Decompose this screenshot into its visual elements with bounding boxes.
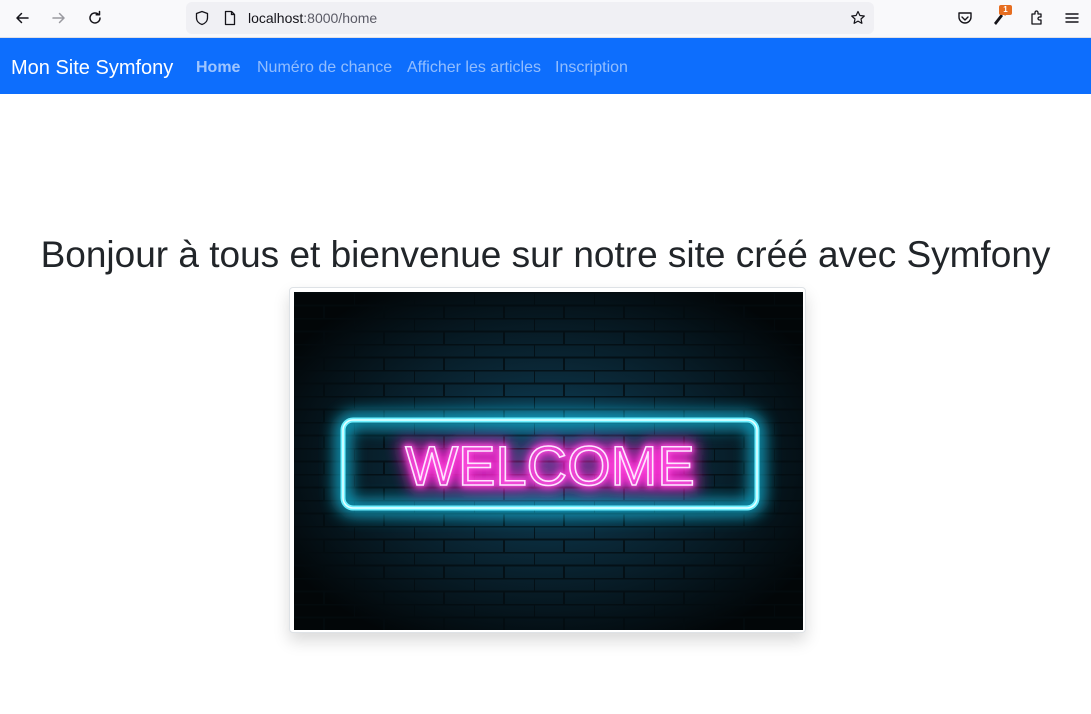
navbar-brand[interactable]: Mon Site Symfony — [11, 57, 173, 80]
pocket-icon[interactable] — [955, 8, 975, 28]
reload-button[interactable] — [83, 6, 107, 30]
back-arrow-icon — [16, 12, 29, 24]
menu-icon[interactable] — [1062, 8, 1082, 28]
url-path: :8000/home — [303, 10, 378, 26]
forward-button[interactable] — [47, 6, 71, 30]
url-text[interactable]: localhost:8000/home — [248, 10, 377, 26]
nav-link-inscription[interactable]: Inscription — [555, 59, 628, 77]
page-icon[interactable] — [222, 10, 238, 26]
site-navbar: Mon Site Symfony Home Numéro de chance A… — [0, 38, 1091, 94]
bookmark-star-icon[interactable] — [850, 10, 866, 26]
browser-toolbar: localhost:8000/home 1 — [0, 0, 1091, 38]
nav-link-articles[interactable]: Afficher les articles — [407, 59, 541, 77]
page-heading: Bonjour à tous et bienvenue sur notre si… — [40, 234, 1051, 275]
extension-badge: 1 — [999, 5, 1012, 15]
puzzle-icon[interactable] — [1027, 8, 1047, 28]
forward-arrow-icon — [52, 12, 65, 24]
reload-icon — [89, 10, 101, 24]
welcome-image-frame: WELCOME WELCOME WELCOME — [289, 287, 806, 633]
address-bar[interactable]: localhost:8000/home — [186, 2, 874, 34]
nav-link-home[interactable]: Home — [196, 59, 240, 77]
welcome-neon-image: WELCOME WELCOME WELCOME — [294, 292, 803, 630]
url-host: localhost — [248, 10, 304, 26]
welcome-text: WELCOME — [405, 434, 694, 497]
shield-icon[interactable] — [194, 10, 210, 26]
nav-link-numero-chance[interactable]: Numéro de chance — [257, 59, 392, 77]
back-button[interactable] — [10, 6, 34, 30]
